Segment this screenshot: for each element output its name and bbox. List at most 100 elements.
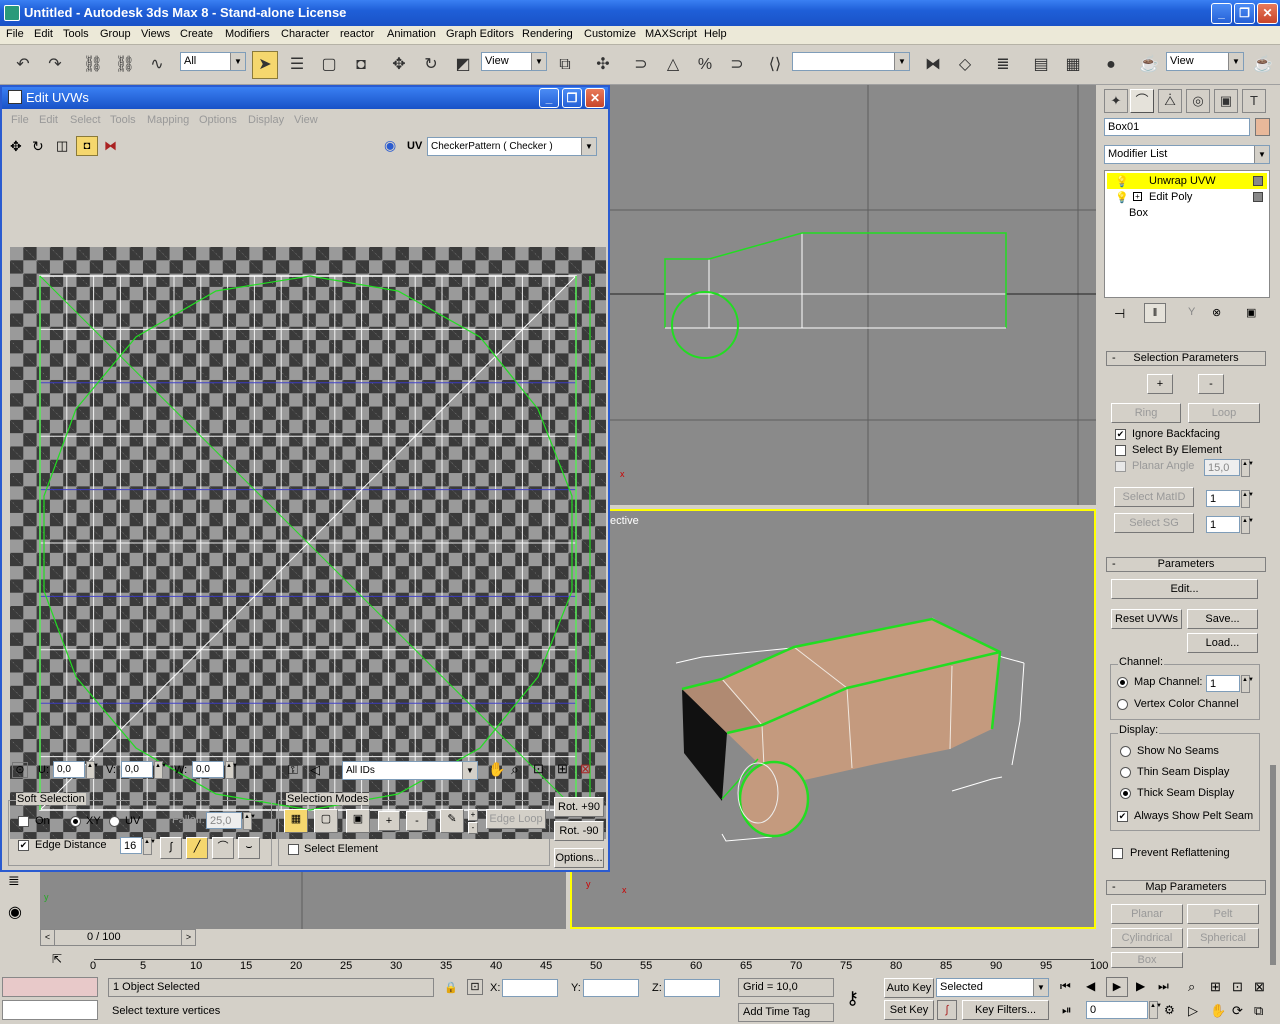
stack-item-unwrap-uvw[interactable]: 💡 Unwrap UVW (1107, 173, 1267, 189)
current-frame-spinner[interactable]: ▲▼ (1149, 1001, 1162, 1019)
percent-snap-icon[interactable]: % (692, 51, 718, 79)
edge-distance-input[interactable]: 16 (120, 837, 142, 854)
loop-button[interactable]: Loop (1188, 403, 1260, 423)
menu-maxscript[interactable]: MAXScript (645, 28, 697, 40)
uvw-zoom-extents-icon[interactable]: ⊞ (557, 761, 568, 777)
select-element-checkbox[interactable] (288, 844, 299, 855)
move-icon[interactable]: ✥ (386, 51, 412, 79)
select-by-element-checkbox[interactable] (1115, 445, 1126, 456)
time-config-icon[interactable]: ⚙ (1164, 1003, 1175, 1017)
angle-snap-icon[interactable]: △ (660, 51, 686, 79)
time-next-icon[interactable]: > (181, 930, 195, 945)
reset-uvws-button[interactable]: Reset UVWs (1111, 609, 1182, 629)
uvw-menu-file[interactable]: File (11, 114, 29, 126)
falloff-linear-icon[interactable]: ╱ (186, 837, 208, 859)
select-by-name-icon[interactable]: ☰ (284, 51, 310, 79)
current-frame-input[interactable]: 0 (1086, 1001, 1148, 1019)
mirror-icon[interactable]: ⧓ (920, 51, 946, 79)
command-panel-scrollbar[interactable] (1270, 765, 1276, 965)
uvw-pan-icon[interactable]: ✋ (488, 761, 505, 778)
viewport-label[interactable]: ective (610, 515, 639, 527)
zoom-icon[interactable]: ⌕ (1188, 979, 1195, 995)
window-crossing-icon[interactable]: ◘ (348, 51, 374, 79)
uvw-maximize-button[interactable]: ❐ (562, 88, 582, 108)
rotate-plus-90-button[interactable]: Rot. +90 (554, 797, 604, 817)
spherical-button[interactable]: Spherical (1187, 928, 1259, 948)
uvw-mirror-icon[interactable]: ⧓ (104, 138, 117, 154)
shrink-selection-button[interactable]: - (1198, 374, 1224, 394)
cylindrical-button[interactable]: Cylindrical (1111, 928, 1183, 948)
paint-select-icon[interactable]: ✎ (440, 809, 464, 833)
map-channel-spinner[interactable]: ▲▼ (1241, 675, 1254, 693)
edge-mode-icon[interactable]: ▢ (314, 809, 338, 833)
modify-tab-icon[interactable]: ⌒ (1130, 89, 1154, 113)
default-tangent-icon[interactable]: ∫ (937, 1000, 957, 1020)
scale-icon[interactable]: ◩ (450, 51, 476, 79)
configure-sets-icon[interactable]: ▣ (1246, 306, 1256, 319)
face-mode-icon[interactable]: ▣ (346, 809, 370, 833)
menu-reactor[interactable]: reactor (340, 28, 374, 40)
key-filters-button[interactable]: Key Filters... (962, 1000, 1049, 1020)
thin-seam-display-radio[interactable] (1120, 767, 1131, 778)
pelt-button[interactable]: Pelt (1187, 904, 1259, 924)
y-coordinate-input[interactable] (583, 979, 639, 997)
load-button[interactable]: Load... (1187, 633, 1258, 653)
track-bar[interactable]: ⇱ 0 5 10 15 20 25 30 35 40 45 50 55 60 65 70 75 80 85 90 95… (50, 948, 1108, 974)
maximize-viewport-icon[interactable]: ⧉ (1254, 1003, 1263, 1019)
undo-icon[interactable]: ↶ (10, 51, 36, 79)
hierarchy-tab-icon[interactable]: ⧊ (1158, 89, 1182, 113)
stack-item-edit-poly[interactable]: 💡 + Edit Poly (1107, 189, 1267, 205)
edge-loop-button[interactable]: Edge Loop (486, 809, 546, 829)
reference-coordinate-dropdown[interactable]: View ▼ (481, 52, 547, 71)
uvw-show-map-icon[interactable]: ◉ (384, 137, 396, 154)
ignore-backfacing-checkbox[interactable]: ✔ (1115, 429, 1126, 440)
snap-toggle-icon[interactable]: ⊃ (628, 51, 654, 79)
menu-animation[interactable]: Animation (387, 28, 436, 40)
uvw-texture-dropdown[interactable]: CheckerPattern ( Checker ) ▼ (427, 137, 597, 156)
render-type-dropdown[interactable]: View ▼ (1166, 52, 1244, 71)
uvw-editor-canvas[interactable] (10, 247, 606, 839)
play-icon[interactable]: ▶ (1106, 977, 1128, 997)
key-mode-icon[interactable]: ⏯ (1062, 1003, 1072, 1018)
paint-size-up-icon[interactable]: + (468, 809, 478, 821)
always-show-pelt-seam-checkbox[interactable]: ✔ (1117, 811, 1128, 822)
menu-views[interactable]: Views (141, 28, 170, 40)
field-of-view-icon[interactable]: ▷ (1188, 1003, 1198, 1019)
time-slider[interactable]: < 0 / 100 > (40, 929, 196, 946)
stack-item-box[interactable]: Box (1107, 205, 1267, 221)
uvw-menu-select[interactable]: Select (70, 114, 101, 126)
uvw-scale-icon[interactable]: ◫ (56, 138, 68, 154)
falloff-fast-out-icon[interactable]: ⌣ (238, 837, 260, 859)
falloff-smooth-icon[interactable]: ∫ (160, 837, 182, 859)
box-button[interactable]: Box (1111, 952, 1183, 968)
vertex-color-channel-radio[interactable] (1117, 699, 1128, 710)
uvw-minimize-button[interactable]: _ (539, 88, 559, 108)
uvw-filter-icon[interactable]: ◁ (310, 762, 320, 778)
uvw-menu-edit[interactable]: Edit (39, 114, 58, 126)
grow-selection-button[interactable]: + (1147, 374, 1173, 394)
rotate-minus-90-button[interactable]: Rot. -90 (554, 821, 604, 841)
zoom-extents-all-icon[interactable]: ⊠ (1254, 979, 1265, 995)
track-bar-menu-icon[interactable]: ⇱ (52, 952, 62, 966)
make-unique-icon[interactable]: Y (1188, 306, 1195, 318)
menu-rendering[interactable]: Rendering (522, 28, 573, 40)
menu-group[interactable]: Group (100, 28, 131, 40)
key-selection-dropdown[interactable]: Selected ▼ (936, 978, 1049, 997)
nav-list-icon[interactable]: ≣ (8, 872, 20, 889)
pivot-point-icon[interactable]: ⧉ (552, 51, 578, 79)
uvw-rotate-icon[interactable]: ↻ (32, 138, 44, 155)
planar-angle-spinner[interactable]: ▲▼ (1241, 459, 1254, 477)
menu-tools[interactable]: Tools (63, 28, 89, 40)
paint-size-down-icon[interactable]: - (468, 822, 478, 834)
curve-editor-icon[interactable]: ▤ (1028, 51, 1054, 79)
auto-key-button[interactable]: Auto Key (884, 978, 934, 998)
x-coordinate-input[interactable] (502, 979, 558, 997)
rotate-icon[interactable]: ↻ (418, 51, 444, 79)
menu-help[interactable]: Help (704, 28, 727, 40)
maximize-button[interactable]: ❐ (1234, 3, 1255, 24)
select-matid-button[interactable]: Select MatID (1114, 487, 1194, 507)
set-key-button[interactable]: Set Key (884, 1000, 934, 1020)
sg-input[interactable]: 1 (1206, 516, 1240, 533)
set-keys-icon[interactable]: ⚷ (846, 988, 859, 1009)
planar-angle-input[interactable]: 15,0 (1204, 459, 1240, 476)
